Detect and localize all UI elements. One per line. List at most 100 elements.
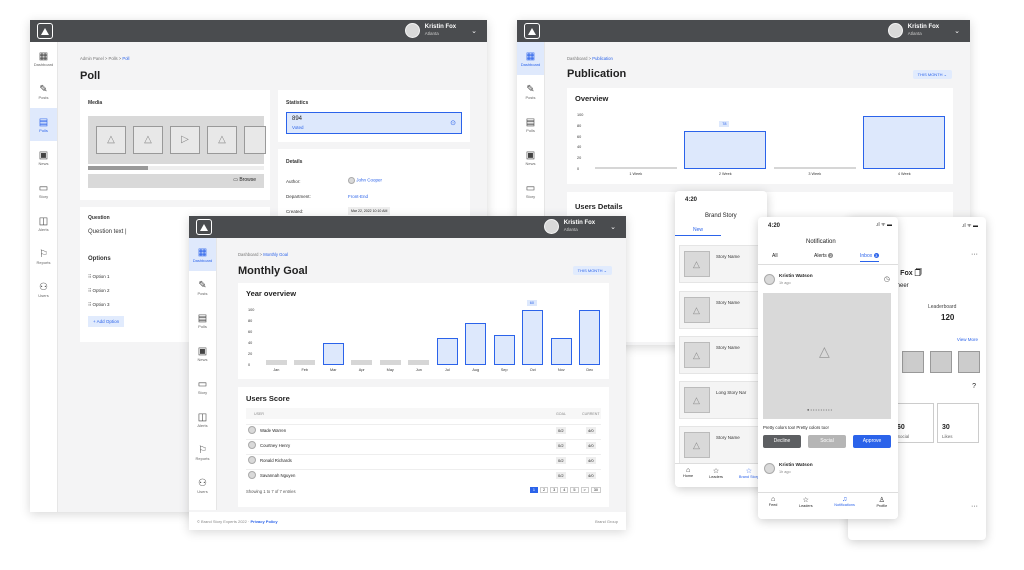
next-page-button[interactable]: > (580, 487, 589, 493)
user-menu[interactable]: Kristin Fox Atlanta ⌄ (404, 23, 477, 38)
sidebar-item-reports[interactable]: ⚐ Reports (30, 240, 57, 273)
app-logo[interactable] (196, 219, 212, 235)
question-input[interactable]: Question text | (88, 229, 127, 235)
more-icon[interactable]: ··· (971, 503, 978, 510)
sidebar-item-dashboard[interactable]: ▦ Dashboard (30, 42, 57, 75)
chart-bar[interactable] (294, 360, 316, 365)
decline-button[interactable]: Decline (763, 435, 801, 448)
department-value[interactable]: Front-End (348, 194, 368, 199)
chart-bar[interactable] (465, 322, 487, 365)
nav-home[interactable]: ⌂ Home (683, 467, 693, 487)
app-logo[interactable] (524, 23, 540, 39)
badge-box[interactable] (902, 351, 924, 373)
page-button[interactable]: 3 (550, 487, 559, 493)
story-item[interactable]: Long Story Nar (679, 381, 763, 419)
badge-box[interactable] (930, 351, 952, 373)
sidebar-item-alerts[interactable]: ◫ Alerts (189, 403, 216, 436)
media-thumb[interactable]: △ (96, 126, 126, 154)
tab-new[interactable]: New (675, 227, 721, 236)
media-thumb[interactable] (244, 126, 266, 154)
page-button[interactable]: 2 (540, 487, 549, 493)
table-row[interactable]: Savannah Nguyen 0/2 4/0 (246, 469, 601, 480)
chart-bar[interactable] (379, 360, 401, 365)
sidebar-item-dashboard[interactable]: ▦ Dashboard (517, 42, 544, 75)
approve-button[interactable]: Approve (853, 435, 891, 448)
chart-bar[interactable] (684, 130, 767, 169)
crumb-link[interactable]: Polls (109, 56, 118, 61)
option-item[interactable]: ⠿ Option 1 (88, 274, 110, 280)
nav-leaders[interactable]: ☆ Leaders (709, 467, 723, 487)
chart-bar[interactable] (322, 342, 344, 365)
more-icon[interactable]: ··· (971, 251, 978, 258)
table-row[interactable]: Wade Warren 0/2 4/0 (246, 424, 601, 435)
media-scrollbar[interactable] (88, 166, 264, 170)
sidebar-item-alerts[interactable]: ◫ Alerts (30, 207, 57, 240)
media-thumb[interactable]: △ (133, 126, 163, 154)
nav-brand-story[interactable]: ☆ Brand Story (739, 467, 759, 487)
sidebar-item-polls[interactable]: ▤ Polls (517, 108, 544, 141)
tab-alerts[interactable]: Alerts 2 (814, 253, 834, 259)
page-button[interactable]: 5 (570, 487, 579, 493)
sidebar-item-reports[interactable]: ⚐ Reports (189, 436, 216, 469)
page-button[interactable]: 4 (560, 487, 569, 493)
period-filter[interactable]: THIS MONTH ⌄ (912, 70, 952, 79)
nav-leaders[interactable]: ☆ Leaders (799, 496, 813, 519)
app-logo[interactable] (37, 23, 53, 39)
sidebar-item-news[interactable]: ▣ News (517, 141, 544, 174)
edit-icon[interactable]: 🗍 (915, 270, 922, 277)
user-menu[interactable]: Kristin Fox Atlanta ⌄ (543, 219, 616, 234)
browse-button[interactable]: ▭ Browse (233, 177, 256, 183)
notification-image[interactable]: △ ● • • • • • • • • • (763, 293, 891, 419)
chart-bar[interactable] (579, 310, 601, 365)
media-thumb[interactable]: △ (207, 126, 237, 154)
sidebar-item-polls[interactable]: ▤ Polls (30, 108, 57, 141)
nav-profile[interactable]: ♙ Profile (876, 496, 887, 519)
crumb-link[interactable]: Admin Panel (80, 56, 104, 61)
sidebar-item-users[interactable]: ⚇ Users (30, 273, 57, 306)
chart-bar[interactable] (265, 360, 287, 365)
sidebar-item-news[interactable]: ▣ News (30, 141, 57, 174)
carousel-dots[interactable]: ● • • • • • • • • • (807, 407, 832, 412)
option-item[interactable]: ⠿ Option 2 (88, 288, 110, 294)
page-size[interactable]: 30 (590, 487, 601, 493)
chevron-down-icon[interactable]: ⌄ (610, 223, 616, 231)
nav-feed[interactable]: ⌂ Feed (769, 496, 778, 519)
chart-bar[interactable] (773, 166, 856, 169)
chart-bar[interactable] (436, 337, 458, 365)
crumb-link[interactable]: Dashboard (567, 56, 588, 61)
user-menu[interactable]: Kristin Fox Atlanta ⌄ (887, 23, 960, 38)
story-item[interactable]: Story Name (679, 336, 763, 374)
badge-box[interactable] (958, 351, 980, 373)
chevron-down-icon[interactable]: ⌄ (954, 27, 960, 35)
chart-bar[interactable] (351, 360, 373, 365)
sidebar-item-posts[interactable]: ✎ Posts (517, 75, 544, 108)
chart-bar[interactable] (594, 166, 677, 169)
period-filter[interactable]: THIS MONTH ⌄ (572, 266, 612, 275)
sidebar-item-news[interactable]: ▣ News (189, 337, 216, 370)
page-button[interactable]: 1 (529, 487, 539, 493)
sidebar-item-polls[interactable]: ▤ Polls (189, 304, 216, 337)
help-icon[interactable]: ? (972, 383, 976, 390)
sidebar-item-dashboard[interactable]: ▦ Dashboard (189, 238, 216, 271)
chart-bar[interactable] (550, 337, 572, 365)
option-item[interactable]: ⠿ Option 3 (88, 302, 110, 308)
sidebar-item-posts[interactable]: ✎ Posts (30, 75, 57, 108)
sidebar-item-users[interactable]: ⚇ Users (189, 469, 216, 502)
nav-notifications[interactable]: ♫ Notifications (834, 496, 855, 519)
story-item[interactable]: Story Name (679, 426, 763, 464)
add-option-button[interactable]: + Add Option (88, 316, 125, 327)
chevron-down-icon[interactable]: ⌄ (471, 27, 477, 35)
table-row[interactable]: Courtney Henry 0/2 4/0 (246, 439, 601, 450)
chart-bar[interactable] (863, 115, 946, 169)
view-more-link[interactable]: View More (957, 337, 978, 342)
privacy-link[interactable]: Privacy Policy (250, 519, 277, 524)
sidebar-item-posts[interactable]: ✎ Posts (189, 271, 216, 304)
table-row[interactable]: Ronald Richards 0/2 4/0 (246, 454, 601, 465)
story-item[interactable]: Story Name (679, 245, 763, 283)
author-value[interactable]: John Cooper (348, 177, 382, 184)
sidebar-item-story[interactable]: ▭ Story (517, 174, 544, 207)
crumb-link[interactable]: Dashboard (238, 252, 259, 257)
tab-all[interactable]: All (772, 253, 778, 259)
story-item[interactable]: Story Name (679, 291, 763, 329)
chart-bar[interactable] (408, 360, 430, 365)
